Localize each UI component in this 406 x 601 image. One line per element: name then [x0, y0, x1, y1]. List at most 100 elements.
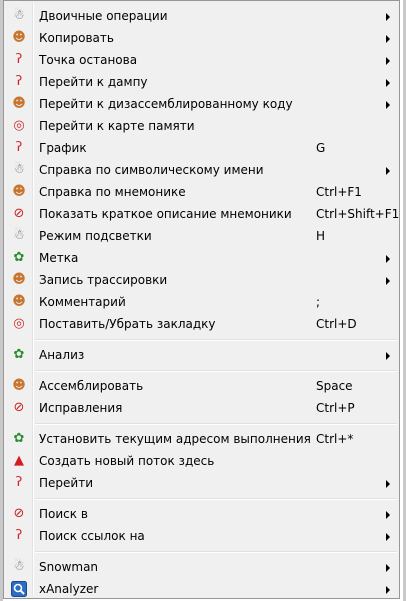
menu-item-label: xAnalyzer — [39, 582, 99, 596]
menu-item-shortcut: Ctrl+Shift+F1 — [316, 207, 400, 221]
menu-item-mnemonic-help[interactable]: ☻ Справка по мнемонике Ctrl+F1 — [5, 181, 398, 203]
menu-separator — [35, 339, 397, 341]
snowman-icon: ☃ — [13, 162, 25, 177]
menu-separator — [35, 551, 397, 553]
submenu-arrow-icon — [386, 564, 390, 572]
menu-item-label: Точка останова — [39, 53, 138, 67]
menu-item-go-to[interactable]: ʔ Перейти — [5, 472, 398, 494]
menu-item-shortcut: Ctrl+P — [316, 401, 355, 415]
ornament-icon: ◎ — [13, 316, 25, 331]
menu-item-shortcut: Ctrl+F1 — [316, 185, 362, 199]
menu-item-label: Создать новый поток здесь — [39, 454, 215, 468]
gingerbread-icon: ☻ — [12, 96, 26, 111]
candy-cane-icon: ʔ — [15, 52, 23, 67]
menu-item-create-thread[interactable]: ▲ Создать новый поток здесь — [5, 450, 398, 472]
menu-item-shortcut: Space — [316, 379, 353, 393]
menu-item-label: Поиск в — [39, 507, 88, 521]
menu-item-label: Справка по символическому имени — [39, 163, 264, 177]
no-entry-icon: ⊘ — [13, 206, 25, 221]
submenu-arrow-icon — [386, 101, 390, 109]
menu-item-shortcut: H — [316, 229, 326, 243]
menu-item-go-to-memory-map[interactable]: ◎ Перейти к карте памяти — [5, 115, 398, 137]
menu-item-label: Метка — [39, 251, 79, 265]
menu-item-graph[interactable]: ʔ График G — [5, 137, 398, 159]
menu-item-label: Перейти к карте памяти — [39, 119, 195, 133]
menu-item-search-in[interactable]: ⊘ Поиск в — [5, 503, 398, 525]
gingerbread-icon: ☻ — [12, 272, 26, 287]
menu-item-label: Запись трассировки — [39, 273, 168, 287]
submenu-arrow-icon — [386, 79, 390, 87]
menu-item-shortcut: ; — [316, 295, 321, 309]
menu-item-label: Справка по мнемонике — [39, 185, 186, 199]
menu-item-label: Поставить/Убрать закладку — [39, 317, 216, 331]
menu-item-symbol-help[interactable]: ☃ Справка по символическому имени — [5, 159, 398, 181]
menu-item-copy[interactable]: ☻ Копировать — [5, 27, 398, 49]
menu-item-label: Перейти к дампу — [39, 75, 148, 89]
holly-icon: ✿ — [13, 250, 25, 265]
submenu-arrow-icon — [386, 35, 390, 43]
submenu-arrow-icon — [386, 480, 390, 488]
menu-item-trace-record[interactable]: ☻ Запись трассировки — [5, 269, 398, 291]
menu-item-label: Показать краткое описание мнемоники — [39, 207, 292, 221]
menu-separator — [35, 498, 397, 500]
menu-item-assemble[interactable]: ☻ Ассемблировать Space — [5, 375, 398, 397]
menu-item-patches[interactable]: ⊘ Исправления Ctrl+P — [5, 397, 398, 419]
no-entry-icon: ⊘ — [13, 506, 25, 521]
menu-item-label: Snowman — [39, 560, 99, 574]
gingerbread-icon: ☻ — [12, 294, 26, 309]
no-entry-icon: ⊘ — [13, 400, 25, 415]
menu-item-analysis[interactable]: ✿ Анализ — [5, 344, 398, 366]
menu-item-label: Режим подсветки — [39, 229, 152, 243]
submenu-arrow-icon — [386, 13, 390, 21]
menu-item-go-to-disassembly[interactable]: ☻ Перейти к дизассемблированному коду — [5, 93, 398, 115]
submenu-arrow-icon — [386, 533, 390, 541]
santa-hat-icon: ▲ — [14, 453, 24, 468]
menu-item-breakpoint[interactable]: ʔ Точка останова — [5, 49, 398, 71]
candy-cane-icon: ʔ — [15, 475, 23, 490]
menu-item-set-new-origin[interactable]: ✿ Установить текущим адресом выполнения … — [5, 428, 398, 450]
menu-item-binary-operations[interactable]: ☃ Двоичные операции — [5, 5, 398, 27]
gingerbread-icon: ☻ — [12, 30, 26, 45]
magnifier-icon — [11, 581, 27, 597]
menu-item-label: График — [39, 141, 87, 155]
menu-item-toggle-bookmark[interactable]: ◎ Поставить/Убрать закладку Ctrl+D — [5, 313, 398, 335]
menu-item-label: Исправления — [39, 401, 123, 415]
menu-item-label: Перейти — [39, 476, 93, 490]
menu-item-label: Ассемблировать — [39, 379, 144, 393]
gingerbread-icon: ☻ — [12, 378, 26, 393]
menu-item-shortcut: G — [316, 141, 326, 155]
menu-item-xanalyzer[interactable]: xAnalyzer — [5, 578, 398, 600]
menu-item-label: Копировать — [39, 31, 114, 45]
holly-icon: ✿ — [13, 347, 25, 362]
menu-item-comment[interactable]: ☻ Комментарий ; — [5, 291, 398, 313]
submenu-arrow-icon — [386, 511, 390, 519]
submenu-arrow-icon — [386, 167, 390, 175]
menu-item-label: Двоичные операции — [39, 9, 168, 23]
candy-cane-icon: ʔ — [15, 140, 23, 155]
snowman-icon: ☃ — [13, 8, 25, 23]
menu-item-shortcut: Ctrl+* — [316, 432, 354, 446]
menu-item-highlight-mode[interactable]: ☃ Режим подсветки H — [5, 225, 398, 247]
menu-item-snowman[interactable]: ☃ Snowman — [5, 556, 398, 578]
holly-icon: ✿ — [13, 431, 25, 446]
menu-item-shortcut: Ctrl+D — [316, 317, 357, 331]
menu-item-go-to-dump[interactable]: ʔ Перейти к дампу — [5, 71, 398, 93]
submenu-arrow-icon — [386, 255, 390, 263]
menu-item-find-references[interactable]: ʔ Поиск ссылок на — [5, 525, 398, 547]
menu-separator — [35, 370, 397, 372]
candy-cane-icon: ʔ — [15, 74, 23, 89]
menu-item-mnemonic-brief[interactable]: ⊘ Показать краткое описание мнемоники Ct… — [5, 203, 400, 225]
menu-separator — [35, 423, 397, 425]
menu-item-label: Перейти к дизассемблированному коду — [39, 97, 293, 111]
menu-item-label-submenu[interactable]: ✿ Метка — [5, 247, 398, 269]
submenu-arrow-icon — [386, 352, 390, 360]
gingerbread-icon: ☻ — [12, 184, 26, 199]
menu-item-label: Поиск ссылок на — [39, 529, 145, 543]
snowman-icon: ☃ — [13, 559, 25, 574]
submenu-arrow-icon — [386, 277, 390, 285]
menu-item-label: Комментарий — [39, 295, 126, 309]
candy-cane-icon: ʔ — [15, 528, 23, 543]
menu-item-label: Анализ — [39, 348, 85, 362]
submenu-arrow-icon — [386, 586, 390, 594]
snowman-icon: ☃ — [13, 228, 25, 243]
